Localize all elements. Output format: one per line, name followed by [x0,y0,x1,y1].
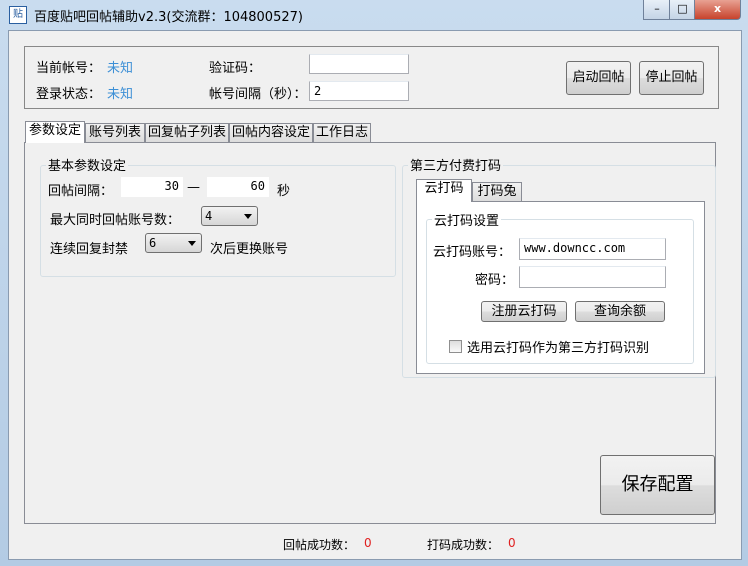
password-label: 密码： [475,273,515,288]
save-config-button[interactable]: 保存配置 [600,455,715,515]
current-account-value: 未知 [107,61,134,76]
window-title: 百度贴吧回帖辅助v2.3(交流群：104800527) [34,10,303,25]
current-account-label: 当前帐号： [36,61,102,76]
app-window: 贴 百度贴吧回帖辅助v2.3(交流群：104800527) – □ x 当前帐号… [0,0,748,566]
minimize-button[interactable]: – [643,0,671,20]
use-yundama-checkbox[interactable] [449,340,462,353]
third-party-title: 第三方付费打码 [408,155,504,174]
login-status-value: 未知 [107,87,134,102]
ban-count-select[interactable]: 6 [145,233,202,253]
ban-count-value: 6 [149,236,157,250]
maximize-button[interactable]: □ [669,0,696,20]
dash: — [187,180,200,195]
chevron-down-icon [244,214,252,219]
captcha-success-value: 0 [508,536,516,550]
app-icon: 贴 [9,6,27,24]
tab-work-log[interactable]: 工作日志 [313,123,371,142]
reply-success-label: 回帖成功数： [283,538,356,552]
ban-label: 连续回复封禁 [50,242,129,257]
login-status-label: 登录状态： [36,87,102,102]
yundama-account-label: 云打码账号： [433,245,512,260]
max-accounts-select[interactable]: 4 [201,206,258,226]
max-accounts-label: 最大同时回帖账号数： [50,213,181,228]
captcha-input[interactable] [309,54,409,74]
tab-reply-content[interactable]: 回帖内容设定 [229,123,313,142]
captcha-label: 验证码： [209,61,262,76]
yundama-settings-title: 云打码设置 [432,210,502,229]
captcha-success-label: 打码成功数： [427,538,500,552]
tab-reply-posts[interactable]: 回复帖子列表 [145,123,229,142]
query-balance-button[interactable]: 查询余额 [575,301,665,322]
register-yundama-button[interactable]: 注册云打码 [481,301,567,322]
interval-min-input[interactable]: 30 [121,177,183,197]
reply-success-value: 0 [364,536,372,550]
reply-interval-label: 回帖间隔： [48,184,114,199]
interval-max-input[interactable]: 60 [207,177,269,197]
stop-reply-button[interactable]: 停止回帖 [639,61,704,95]
account-interval-label: 帐号间隔（秒）： [209,87,307,102]
close-button[interactable]: x [694,0,741,20]
tab-damatu[interactable]: 打码兔 [472,182,522,201]
tab-accounts[interactable]: 账号列表 [85,123,145,142]
account-interval-input[interactable]: 2 [309,81,409,101]
seconds-label: 秒 [277,184,291,199]
yundama-account-input[interactable]: www.downcc.com [519,238,666,260]
password-input[interactable] [519,266,666,288]
chevron-down-icon [188,241,196,246]
tab-params[interactable]: 参数设定 [25,121,85,143]
basic-params-title: 基本参数设定 [46,155,129,174]
ban-suffix-label: 次后更换账号 [210,242,289,257]
start-reply-button[interactable]: 启动回帖 [566,61,631,95]
max-accounts-value: 4 [205,209,213,223]
tab-yundama[interactable]: 云打码 [416,179,472,202]
use-yundama-label: 选用云打码作为第三方打码识别 [467,341,650,356]
